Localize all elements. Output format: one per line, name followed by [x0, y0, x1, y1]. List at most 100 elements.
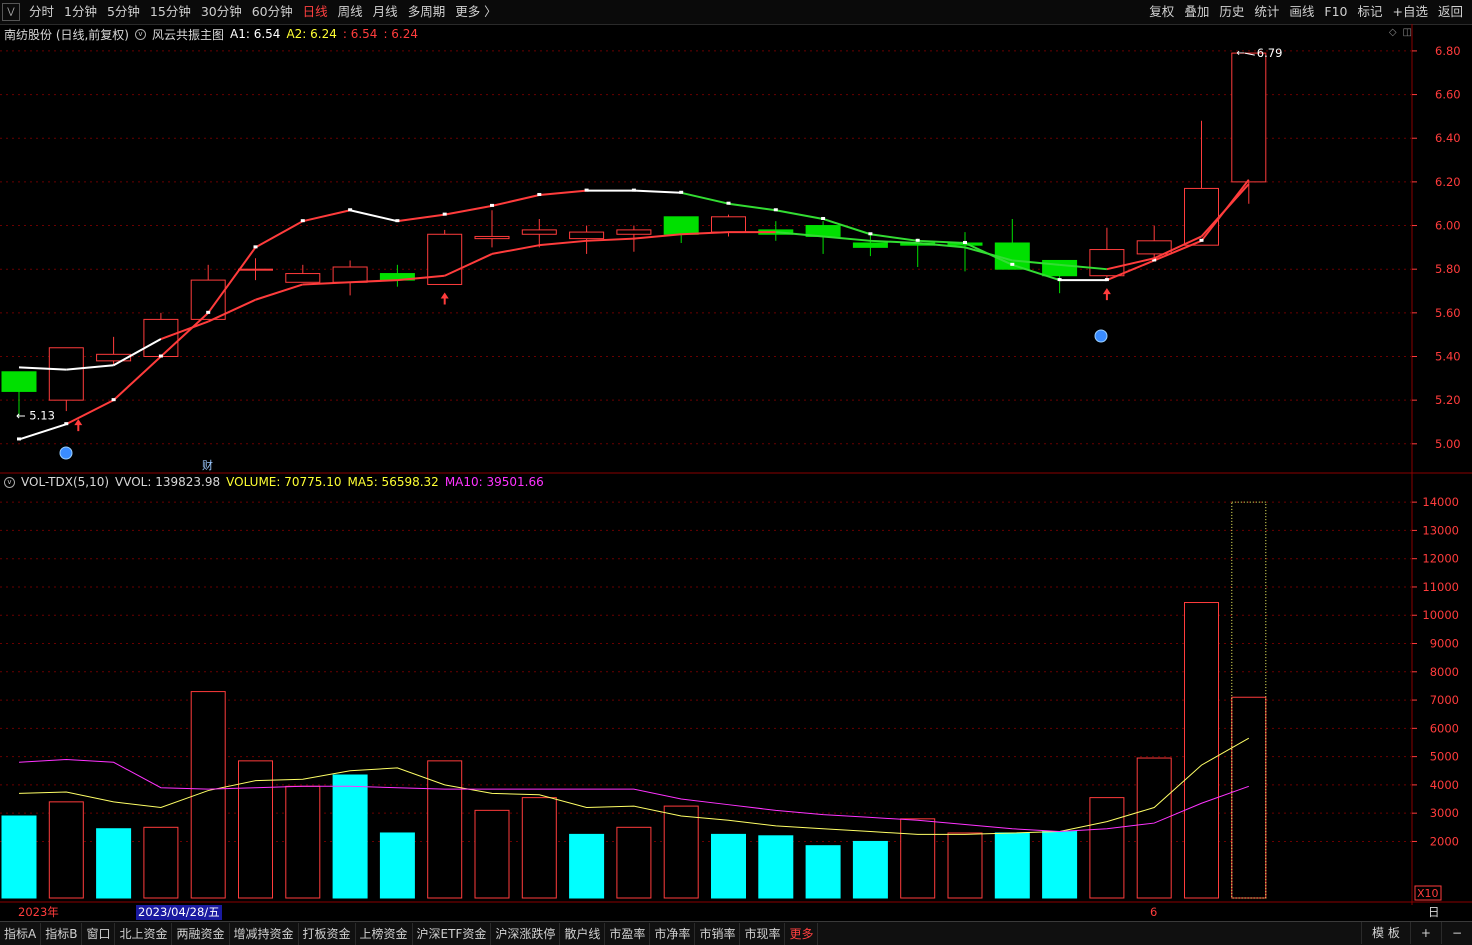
trend-line-node — [395, 219, 400, 223]
vol-tick-label: 5000 — [1430, 750, 1459, 764]
bottom-tab-6[interactable]: 打板资金 — [299, 922, 356, 945]
volume-bar — [238, 760, 273, 899]
vol-tick-label: 7000 — [1430, 693, 1459, 707]
volume-bar — [48, 801, 84, 899]
trend-line-node — [253, 245, 258, 249]
low-price-label: ← 5.13 — [16, 408, 55, 422]
action-button-8[interactable]: 返回 — [1433, 0, 1468, 24]
system-menu-icon[interactable]: ⋁ — [2, 3, 20, 21]
candle-body — [521, 229, 557, 235]
trend-line-segment — [775, 209, 824, 220]
trend-line-segment — [112, 355, 162, 401]
price-tick-label: 5.40 — [1435, 349, 1461, 363]
volume-bar — [427, 760, 463, 899]
bottom-tab-8[interactable]: 沪深ETF资金 — [413, 922, 492, 945]
price-tick-label: 6.20 — [1435, 175, 1461, 189]
trend-line-node — [726, 201, 731, 205]
period-tab-6[interactable]: 日线 — [298, 0, 333, 24]
action-button-0[interactable]: 复权 — [1144, 0, 1179, 24]
candle-body — [616, 229, 652, 235]
event-bubble-icon — [1094, 329, 1108, 343]
high-arrow-icon: ← — [1236, 48, 1244, 59]
trend-line-segment — [444, 204, 493, 216]
high-price-label: 6.79 — [1257, 46, 1283, 60]
trend-line-node — [584, 188, 589, 192]
volume-bar — [1089, 797, 1125, 899]
candle-body — [474, 235, 510, 240]
volume-bar — [379, 832, 415, 899]
bottom-tab-7[interactable]: 上榜资金 — [356, 922, 413, 945]
volume-bar — [663, 805, 699, 899]
month-label: 6 — [1150, 905, 1158, 919]
price-tick-label: 5.20 — [1435, 393, 1461, 407]
period-tab-1[interactable]: 1分钟 — [59, 0, 102, 24]
bottom-control-2[interactable]: − — [1440, 922, 1472, 944]
candle-body — [48, 347, 84, 401]
bottom-tab-15[interactable]: 更多 — [785, 922, 819, 945]
period-tab-5[interactable]: 60分钟 — [247, 0, 298, 24]
trend-line-node — [206, 310, 211, 314]
action-buttons: 复权 叠加 历史 统计 画线 F10 标记 +自选 返回 — [1144, 0, 1468, 24]
bottom-tab-11[interactable]: 市盈率 — [605, 922, 651, 945]
bottom-control-1[interactable]: + — [1409, 922, 1441, 944]
vol-tick-label: 14000 — [1422, 495, 1459, 509]
volume-bar — [1, 815, 37, 899]
trend-line-segment — [680, 191, 729, 205]
bottom-tab-4[interactable]: 两融资金 — [172, 922, 230, 945]
price-tick-label: 6.00 — [1435, 219, 1461, 233]
trend-line-segment — [65, 399, 115, 426]
bottom-tab-2[interactable]: 窗口 — [82, 922, 116, 945]
bottom-tab-14[interactable]: 市现率 — [740, 922, 786, 945]
bottom-tab-9[interactable]: 沪深涨跌停 — [491, 922, 561, 945]
bottom-tab-3[interactable]: 北上资金 — [115, 922, 173, 945]
stock-chart[interactable]: 5.00 5.20 5.40 5.60 5.80 6.00 6.20 6.40 6.60 6.80… — [0, 24, 1472, 905]
volume-bar — [616, 826, 652, 899]
candle-body — [852, 242, 888, 248]
volume-bar — [1231, 696, 1267, 899]
volume-bar — [285, 785, 321, 899]
bottom-tab-5[interactable]: 增减持资金 — [230, 922, 299, 945]
period-tab-9[interactable]: 多周期 — [403, 0, 451, 24]
period-tab-4[interactable]: 30分钟 — [196, 0, 247, 24]
trend-line-node — [490, 203, 494, 207]
bottom-tab-12[interactable]: 市净率 — [650, 922, 696, 945]
period-tab-3[interactable]: 15分钟 — [145, 0, 196, 24]
volume-bar — [569, 833, 605, 899]
volume-bar — [96, 828, 132, 899]
period-tab-2[interactable]: 5分钟 — [102, 0, 145, 24]
trend-line-segment — [633, 189, 682, 194]
action-button-7[interactable]: +自选 — [1388, 0, 1433, 24]
bottom-tab-13[interactable]: 市销率 — [695, 922, 741, 945]
trend-line-node — [17, 437, 21, 441]
trend-line-node — [868, 232, 873, 236]
trend-line-node — [64, 422, 69, 426]
trend-line-segment — [870, 233, 918, 242]
period-tab-0[interactable]: 分时 — [24, 0, 59, 24]
year-label: 2023年 — [18, 905, 59, 919]
bottom-control-0[interactable]: 模 板 — [1361, 922, 1410, 944]
action-button-6[interactable]: 标记 — [1352, 0, 1387, 24]
trend-line-node — [1199, 238, 1204, 242]
period-tabs: ⋁ 分时 1分钟 5分钟 15分钟 30分钟 60分钟 日线 周线 月线 多周期 更多 〉 — [0, 0, 502, 24]
period-tab-8[interactable]: 月线 — [368, 0, 403, 24]
candle-body — [1, 371, 37, 392]
action-button-5[interactable]: F10 — [1319, 0, 1352, 24]
support-line-segment — [823, 235, 871, 242]
action-button-2[interactable]: 历史 — [1214, 0, 1249, 24]
vol-unit-label: X10 — [1417, 887, 1439, 900]
action-button-4[interactable]: 画线 — [1284, 0, 1319, 24]
bottom-tab-1[interactable]: 指标B — [41, 922, 83, 945]
bottom-tab-10[interactable]: 散户线 — [560, 922, 606, 945]
period-tab-7[interactable]: 周线 — [333, 0, 368, 24]
action-button-3[interactable]: 统计 — [1249, 0, 1284, 24]
trend-line-segment — [349, 209, 398, 223]
period-tab-10[interactable]: 更多 〉 — [450, 0, 501, 24]
trend-line-node — [1010, 262, 1015, 266]
bottom-tab-0[interactable]: 指标A — [0, 922, 42, 945]
action-button-1[interactable]: 叠加 — [1179, 0, 1214, 24]
price-tick-label: 5.00 — [1435, 437, 1461, 451]
vol-tick-label: 8000 — [1430, 665, 1459, 679]
volume-bar — [143, 826, 179, 899]
cursor-date-label: 2023/04/28/五 — [136, 905, 222, 920]
candle-body — [663, 216, 699, 235]
